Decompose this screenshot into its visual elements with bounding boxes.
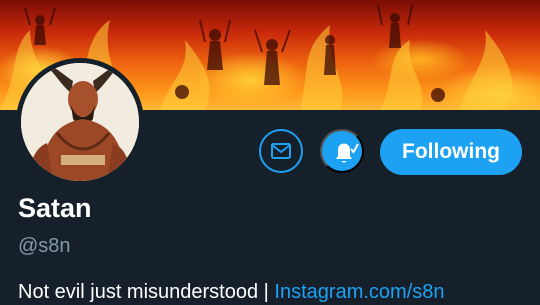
devil-avatar-illustration <box>21 63 139 181</box>
notifications-button[interactable] <box>320 129 364 173</box>
bell-check-icon <box>336 143 359 163</box>
message-button[interactable] <box>259 129 303 173</box>
profile-avatar[interactable] <box>16 58 144 186</box>
display-name: Satan <box>18 193 92 223</box>
bio-link[interactable]: Instagram.com/s8n <box>274 281 444 303</box>
following-button[interactable]: Following <box>380 129 522 175</box>
envelope-icon <box>271 143 291 159</box>
bio: Not evil just misunderstood | Instagram.… <box>18 279 445 305</box>
bio-text: Not evil just misunderstood | <box>18 281 275 303</box>
user-handle: @s8n <box>18 235 71 257</box>
